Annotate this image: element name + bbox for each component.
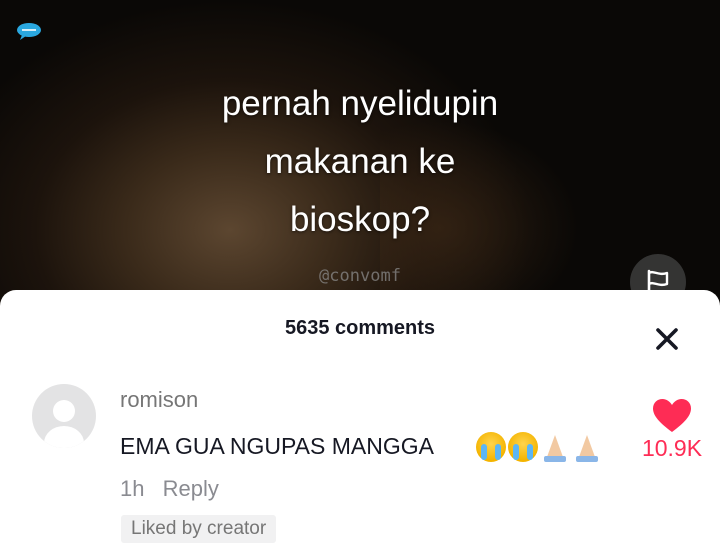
like-count: 10.9K xyxy=(641,435,703,461)
loudly-crying-face-icon xyxy=(508,432,538,462)
video-caption: pernah nyelidupin makanan ke bioskop? xyxy=(150,75,570,249)
video-player[interactable]: pernah nyelidupin makanan ke bioskop? @c… xyxy=(0,0,720,320)
comment-username[interactable]: romison xyxy=(120,387,198,413)
comment-emojis xyxy=(476,430,604,464)
folded-hands-icon xyxy=(540,432,570,462)
avatar-placeholder-head xyxy=(53,400,75,422)
heart-icon[interactable] xyxy=(652,398,692,434)
avatar-placeholder-body xyxy=(44,426,84,448)
caption-line: makanan ke xyxy=(264,142,456,181)
folded-hands-icon xyxy=(572,432,602,462)
comments-sheet: 5635 comments romison EMA GUA NGUPAS MAN… xyxy=(0,290,720,553)
comment-meta: 1h Reply xyxy=(120,476,219,502)
reply-button[interactable]: Reply xyxy=(163,476,219,501)
avatar[interactable] xyxy=(32,384,96,448)
liked-by-creator-badge: Liked by creator xyxy=(121,515,277,543)
chat-bubble-logo-icon xyxy=(17,23,41,40)
screen: pernah nyelidupin makanan ke bioskop? @c… xyxy=(0,0,720,553)
comment-time: 1h xyxy=(120,476,145,501)
caption-line: bioskop? xyxy=(289,200,431,239)
close-icon[interactable] xyxy=(652,324,682,354)
caption-line: pernah nyelidupin xyxy=(221,84,499,123)
comment-text: EMA GUA NGUPAS MANGGA xyxy=(120,433,434,459)
loudly-crying-face-icon xyxy=(476,432,506,462)
watermark: @convomf xyxy=(319,266,401,286)
comments-count-title: 5635 comments xyxy=(284,317,436,339)
